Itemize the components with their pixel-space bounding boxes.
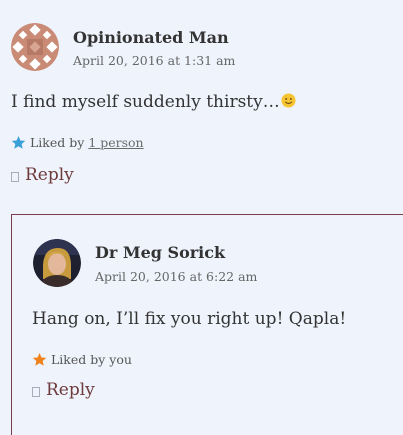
star-icon[interactable] bbox=[32, 352, 47, 367]
smile-emoji-icon bbox=[281, 93, 296, 113]
reply-icon bbox=[32, 386, 40, 397]
nested-comment: Dr Meg Sorick April 20, 2016 at 6:22 am … bbox=[11, 214, 403, 435]
comment-author[interactable]: Opinionated Man bbox=[73, 28, 229, 47]
comment-date[interactable]: April 20, 2016 at 1:31 am bbox=[73, 53, 235, 68]
comment: Opinionated Man April 20, 2016 at 1:31 a… bbox=[0, 0, 403, 210]
reply-button[interactable]: Reply bbox=[11, 165, 74, 185]
likes-summary: Liked by you bbox=[32, 352, 132, 367]
likes-link[interactable]: 1 person bbox=[88, 135, 143, 150]
reply-button[interactable]: Reply bbox=[32, 380, 95, 400]
avatar[interactable] bbox=[33, 239, 81, 287]
likes-label: Liked by bbox=[30, 135, 85, 150]
comment-text: I find myself suddenly thirsty… bbox=[11, 92, 296, 113]
comment-text: Hang on, I’ll fix you right up! Qapla! bbox=[32, 309, 347, 329]
avatar-pattern-icon bbox=[11, 23, 59, 71]
likes-summary: Liked by 1 person bbox=[11, 135, 144, 150]
reply-label[interactable]: Reply bbox=[46, 380, 95, 400]
avatar-photo-icon bbox=[33, 239, 81, 287]
comment-date[interactable]: April 20, 2016 at 6:22 am bbox=[95, 269, 257, 284]
comment-text-content: I find myself suddenly thirsty… bbox=[11, 92, 280, 112]
comment-author[interactable]: Dr Meg Sorick bbox=[95, 243, 225, 262]
reply-label[interactable]: Reply bbox=[25, 165, 74, 185]
avatar[interactable] bbox=[11, 23, 59, 71]
reply-icon bbox=[11, 171, 19, 182]
likes-label: Liked by you bbox=[51, 352, 132, 367]
star-icon[interactable] bbox=[11, 135, 26, 150]
